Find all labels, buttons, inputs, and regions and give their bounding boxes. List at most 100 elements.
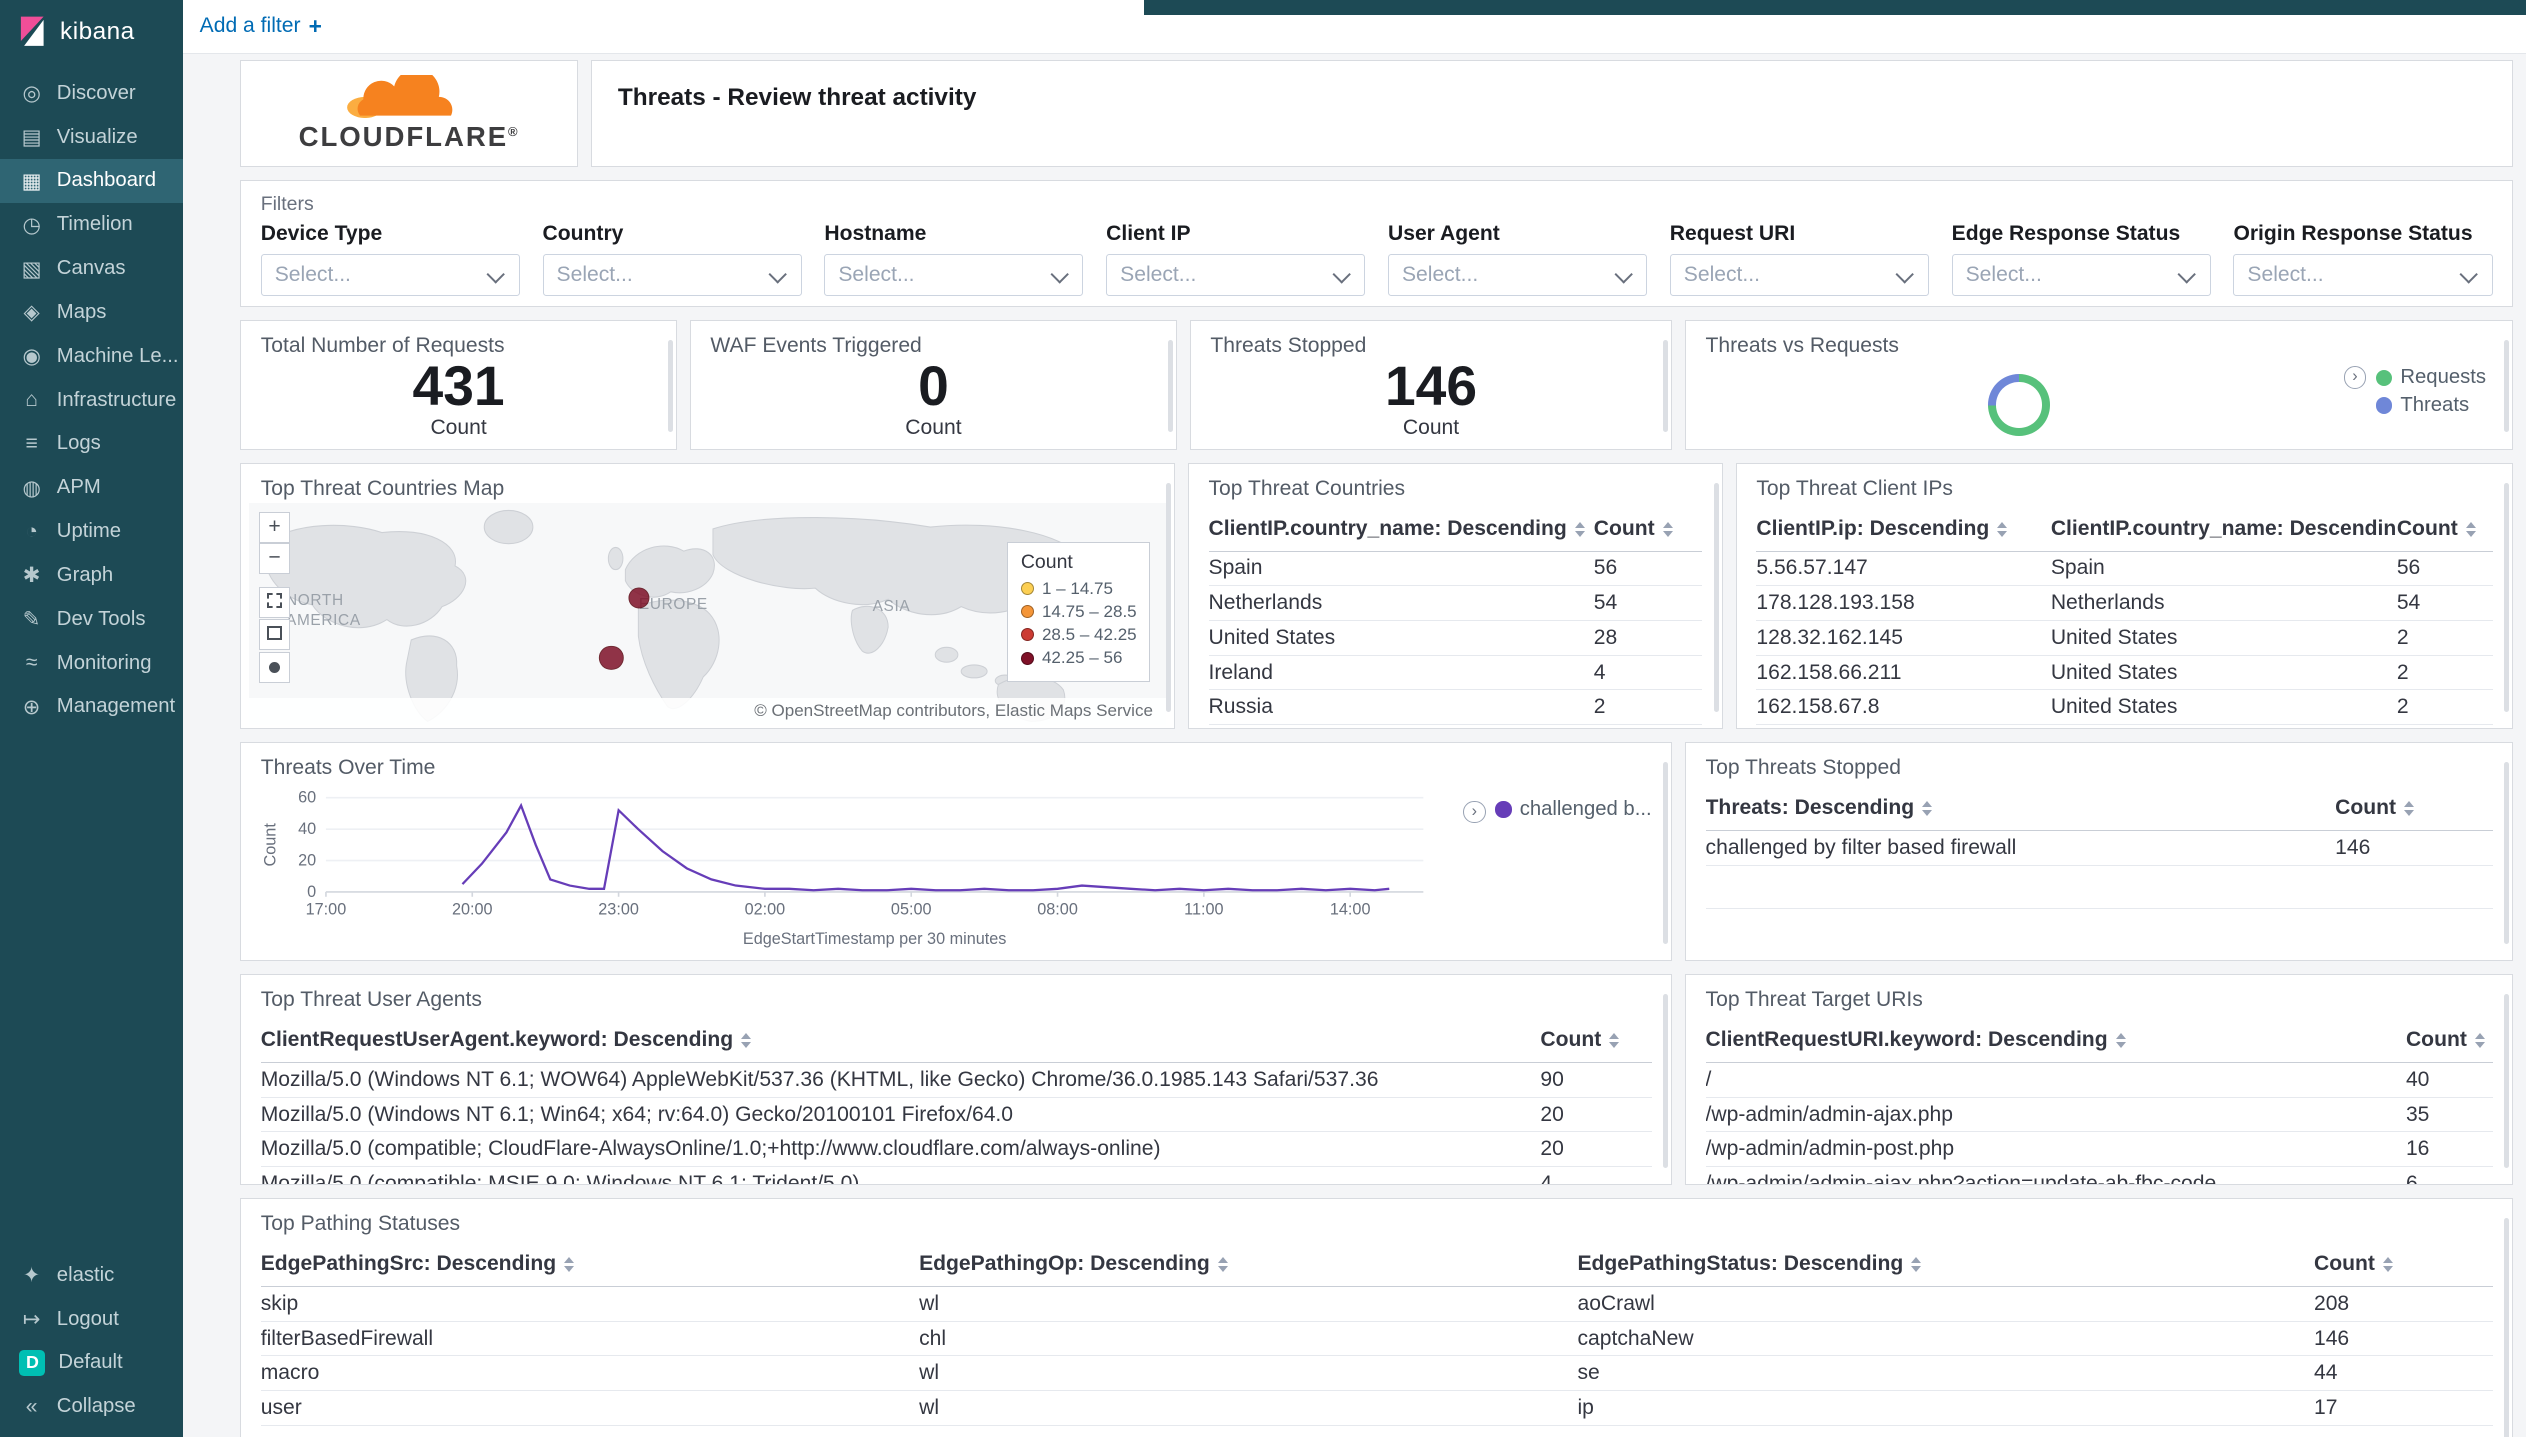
origin-response-status-select[interactable]: Select... [2233, 254, 2493, 297]
panel-scrollbar[interactable] [2503, 1218, 2509, 1437]
table-cell: Spain [2050, 551, 2397, 587]
panel-scrollbar[interactable] [1165, 483, 1171, 712]
column-header-clientip-country-name[interactable]: ClientIP.country_name: Descending [1208, 510, 1594, 552]
sidebar-item-label: Monitoring [56, 651, 152, 674]
legend-toggle-icon[interactable]: › [1462, 800, 1486, 824]
sidebar-footer-item-collapse[interactable]: « Collapse [0, 1385, 183, 1429]
main-area: Add a filter + CLOUDFLARE® Threats - Rev… [183, 0, 2526, 1437]
column-header-count[interactable]: Count [2405, 1021, 2493, 1063]
panel-title: Top Pathing Statuses [260, 1211, 461, 1235]
table-cell: 2 [2396, 620, 2493, 656]
sidebar-footer-item-logout[interactable]: ↦ Logout [0, 1297, 183, 1341]
device-type-select[interactable]: Select... [260, 254, 520, 297]
sidebar-item-dev-tools[interactable]: ✎ Dev Tools [0, 597, 183, 641]
sidebar-item-label: Graph [56, 563, 114, 586]
sidebar-item-monitoring[interactable]: ≈ Monitoring [0, 641, 183, 685]
top-threat-user-agents-data-table: ClientRequestUserAgent.keyword: Descendi… [260, 1021, 1652, 1185]
panel-scrollbar[interactable] [2503, 762, 2509, 944]
panel-scrollbar[interactable] [1663, 994, 1668, 1168]
table-cell: Ireland [1208, 655, 1594, 691]
map-marker-netherlands[interactable] [628, 587, 650, 609]
sidebar-item-graph[interactable]: ✱ Graph [0, 554, 183, 598]
legend-item-requests[interactable]: Requests [2376, 366, 2486, 389]
panel-title: Top Threat Target URIs [1705, 987, 1923, 1011]
panel-scrollbar[interactable] [1167, 340, 1173, 433]
column-header-clientip-country-name[interactable]: ClientIP.country_name: Descending [2050, 510, 2397, 552]
sidebar-item-timelion[interactable]: ◷ Timelion [0, 203, 183, 247]
sidebar-item-discover[interactable]: ◎ Discover [0, 71, 183, 115]
map-canvas[interactable]: NORTH AMERICA EUROPE ASIA + − Count 1 – [249, 502, 1166, 725]
hostname-select[interactable]: Select... [824, 254, 1084, 297]
user-agent-select[interactable]: Select... [1387, 254, 1648, 297]
column-header-clientip-ip[interactable]: ClientIP.ip: Descending [1756, 510, 2051, 552]
panel-scrollbar[interactable] [1662, 340, 1668, 433]
column-header-count[interactable]: Count [2313, 1245, 2493, 1287]
table-cell: skip [260, 1286, 920, 1322]
column-header-edgepathingsrc[interactable]: EdgePathingSrc: Descending [260, 1245, 920, 1287]
column-header-count[interactable]: Count [1593, 510, 1703, 552]
kibana-home-link[interactable]: kibana [0, 0, 183, 63]
metric-value: 0 [918, 355, 949, 418]
table-cell: Netherlands [2050, 585, 2397, 622]
column-header-count[interactable]: Count [1540, 1021, 1652, 1063]
legend-item-threats[interactable]: Threats [2376, 394, 2486, 417]
sidebar-item-dashboard[interactable]: ▦ Dashboard [0, 159, 184, 203]
panel-scrollbar[interactable] [2503, 994, 2509, 1168]
threats-vs-requests-donut-chart[interactable] [1988, 374, 2050, 437]
top-threat-countries-table: ClientIP.country_name: Descending Count Sp… [1189, 501, 1722, 726]
panel-scrollbar[interactable] [667, 340, 673, 433]
map-zoom-in-button[interactable]: + [259, 512, 290, 544]
sidebar-item-management[interactable]: ⊕ Management [0, 685, 183, 729]
sort-icon [1997, 522, 2008, 537]
sidebar-footer-item-default[interactable]: D Default [0, 1341, 183, 1385]
panel-scrollbar[interactable] [1663, 762, 1668, 944]
panel-scrollbar[interactable] [1713, 483, 1719, 712]
sidebar-item-uptime[interactable]: ◔ Uptime [0, 510, 183, 554]
client-ip-select[interactable]: Select... [1106, 254, 1366, 297]
table-row: /40 [1705, 1062, 2493, 1098]
legend-item-challenged[interactable]: challenged b... [1495, 798, 1652, 821]
sidebar-item-label: APM [56, 476, 101, 499]
column-header-clientrequestuseragent-keyword[interactable]: ClientRequestUserAgent.keyword: Descendi… [260, 1021, 1541, 1063]
legend-toggle-icon[interactable]: › [2343, 366, 2367, 389]
sort-icon [1217, 1257, 1228, 1272]
dashboard-icon: ▦ [21, 169, 42, 193]
threats-over-time-chart-area[interactable]: 0 20 40 60 17:00 20:00 23:00 02:00 05:00 08:00 11:… [261, 788, 1446, 957]
map-marker-tool-button[interactable] [259, 651, 290, 683]
request-uri-select[interactable]: Select... [1669, 254, 1929, 297]
country-select[interactable]: Select... [542, 254, 802, 297]
top-threats-stopped-data-table: Threats: Descending Count challenged by fi… [1705, 789, 2493, 866]
column-header-edgepathingop[interactable]: EdgePathingOp: Descending [919, 1245, 1578, 1287]
map-draw-bounds-button[interactable] [259, 619, 290, 651]
edge-response-status-select[interactable]: Select... [1951, 254, 2211, 297]
time-row: Threats Over Time 0 20 40 60 17:00 20:00 23:00… [240, 741, 2513, 961]
sidebar-item-visualize[interactable]: ▤ Visualize [0, 115, 183, 159]
column-header-count[interactable]: Count [2335, 789, 2493, 831]
panel-scrollbar[interactable] [2503, 483, 2509, 712]
map-select-tool-button[interactable] [259, 586, 290, 618]
sidebar-item-maps[interactable]: ◈ Maps [0, 291, 183, 335]
kibana-logo-icon [16, 15, 48, 47]
panel-scrollbar[interactable] [2503, 340, 2509, 433]
panel-title: Threats vs Requests [1705, 333, 1899, 357]
column-header-clientrequesturi-keyword[interactable]: ClientRequestURI.keyword: Descending [1705, 1021, 2406, 1063]
column-header-count[interactable]: Count [2396, 510, 2493, 552]
table-row: United States 28 [1208, 620, 1703, 656]
sidebar-item-canvas[interactable]: ▧ Canvas [0, 247, 183, 291]
sidebar-item-logs[interactable]: ≡ Logs [0, 422, 183, 466]
sidebar-item-apm[interactable]: ◍ APM [0, 466, 183, 510]
column-header-edgepathingstatus[interactable]: EdgePathingStatus: Descending [1577, 1245, 2314, 1287]
column-header-threats[interactable]: Threats: Descending [1705, 789, 2336, 831]
filter-label-hostname: Hostname [824, 222, 927, 246]
sidebar-footer-item-elastic[interactable]: ✦ elastic [0, 1253, 183, 1297]
panel-title: Threats Over Time [260, 755, 436, 779]
table-cell: /wp-admin/admin-post.php [1705, 1131, 2406, 1168]
logs-icon: ≡ [25, 431, 38, 455]
sidebar-item-label: Timelion [56, 213, 133, 236]
map-zoom-out-button[interactable]: − [259, 543, 290, 574]
sidebar-item-machine-le[interactable]: ◉ Machine Le... [0, 334, 183, 378]
add-filter-link[interactable]: Add a filter + [200, 13, 322, 40]
sidebar-item-infrastructure[interactable]: ⌂ Infrastructure [0, 378, 183, 422]
table-cell: challenged by filter based firewall [1705, 830, 2336, 866]
metrics-row: Total Number of Requests 431 Count WAF E… [240, 319, 2514, 450]
